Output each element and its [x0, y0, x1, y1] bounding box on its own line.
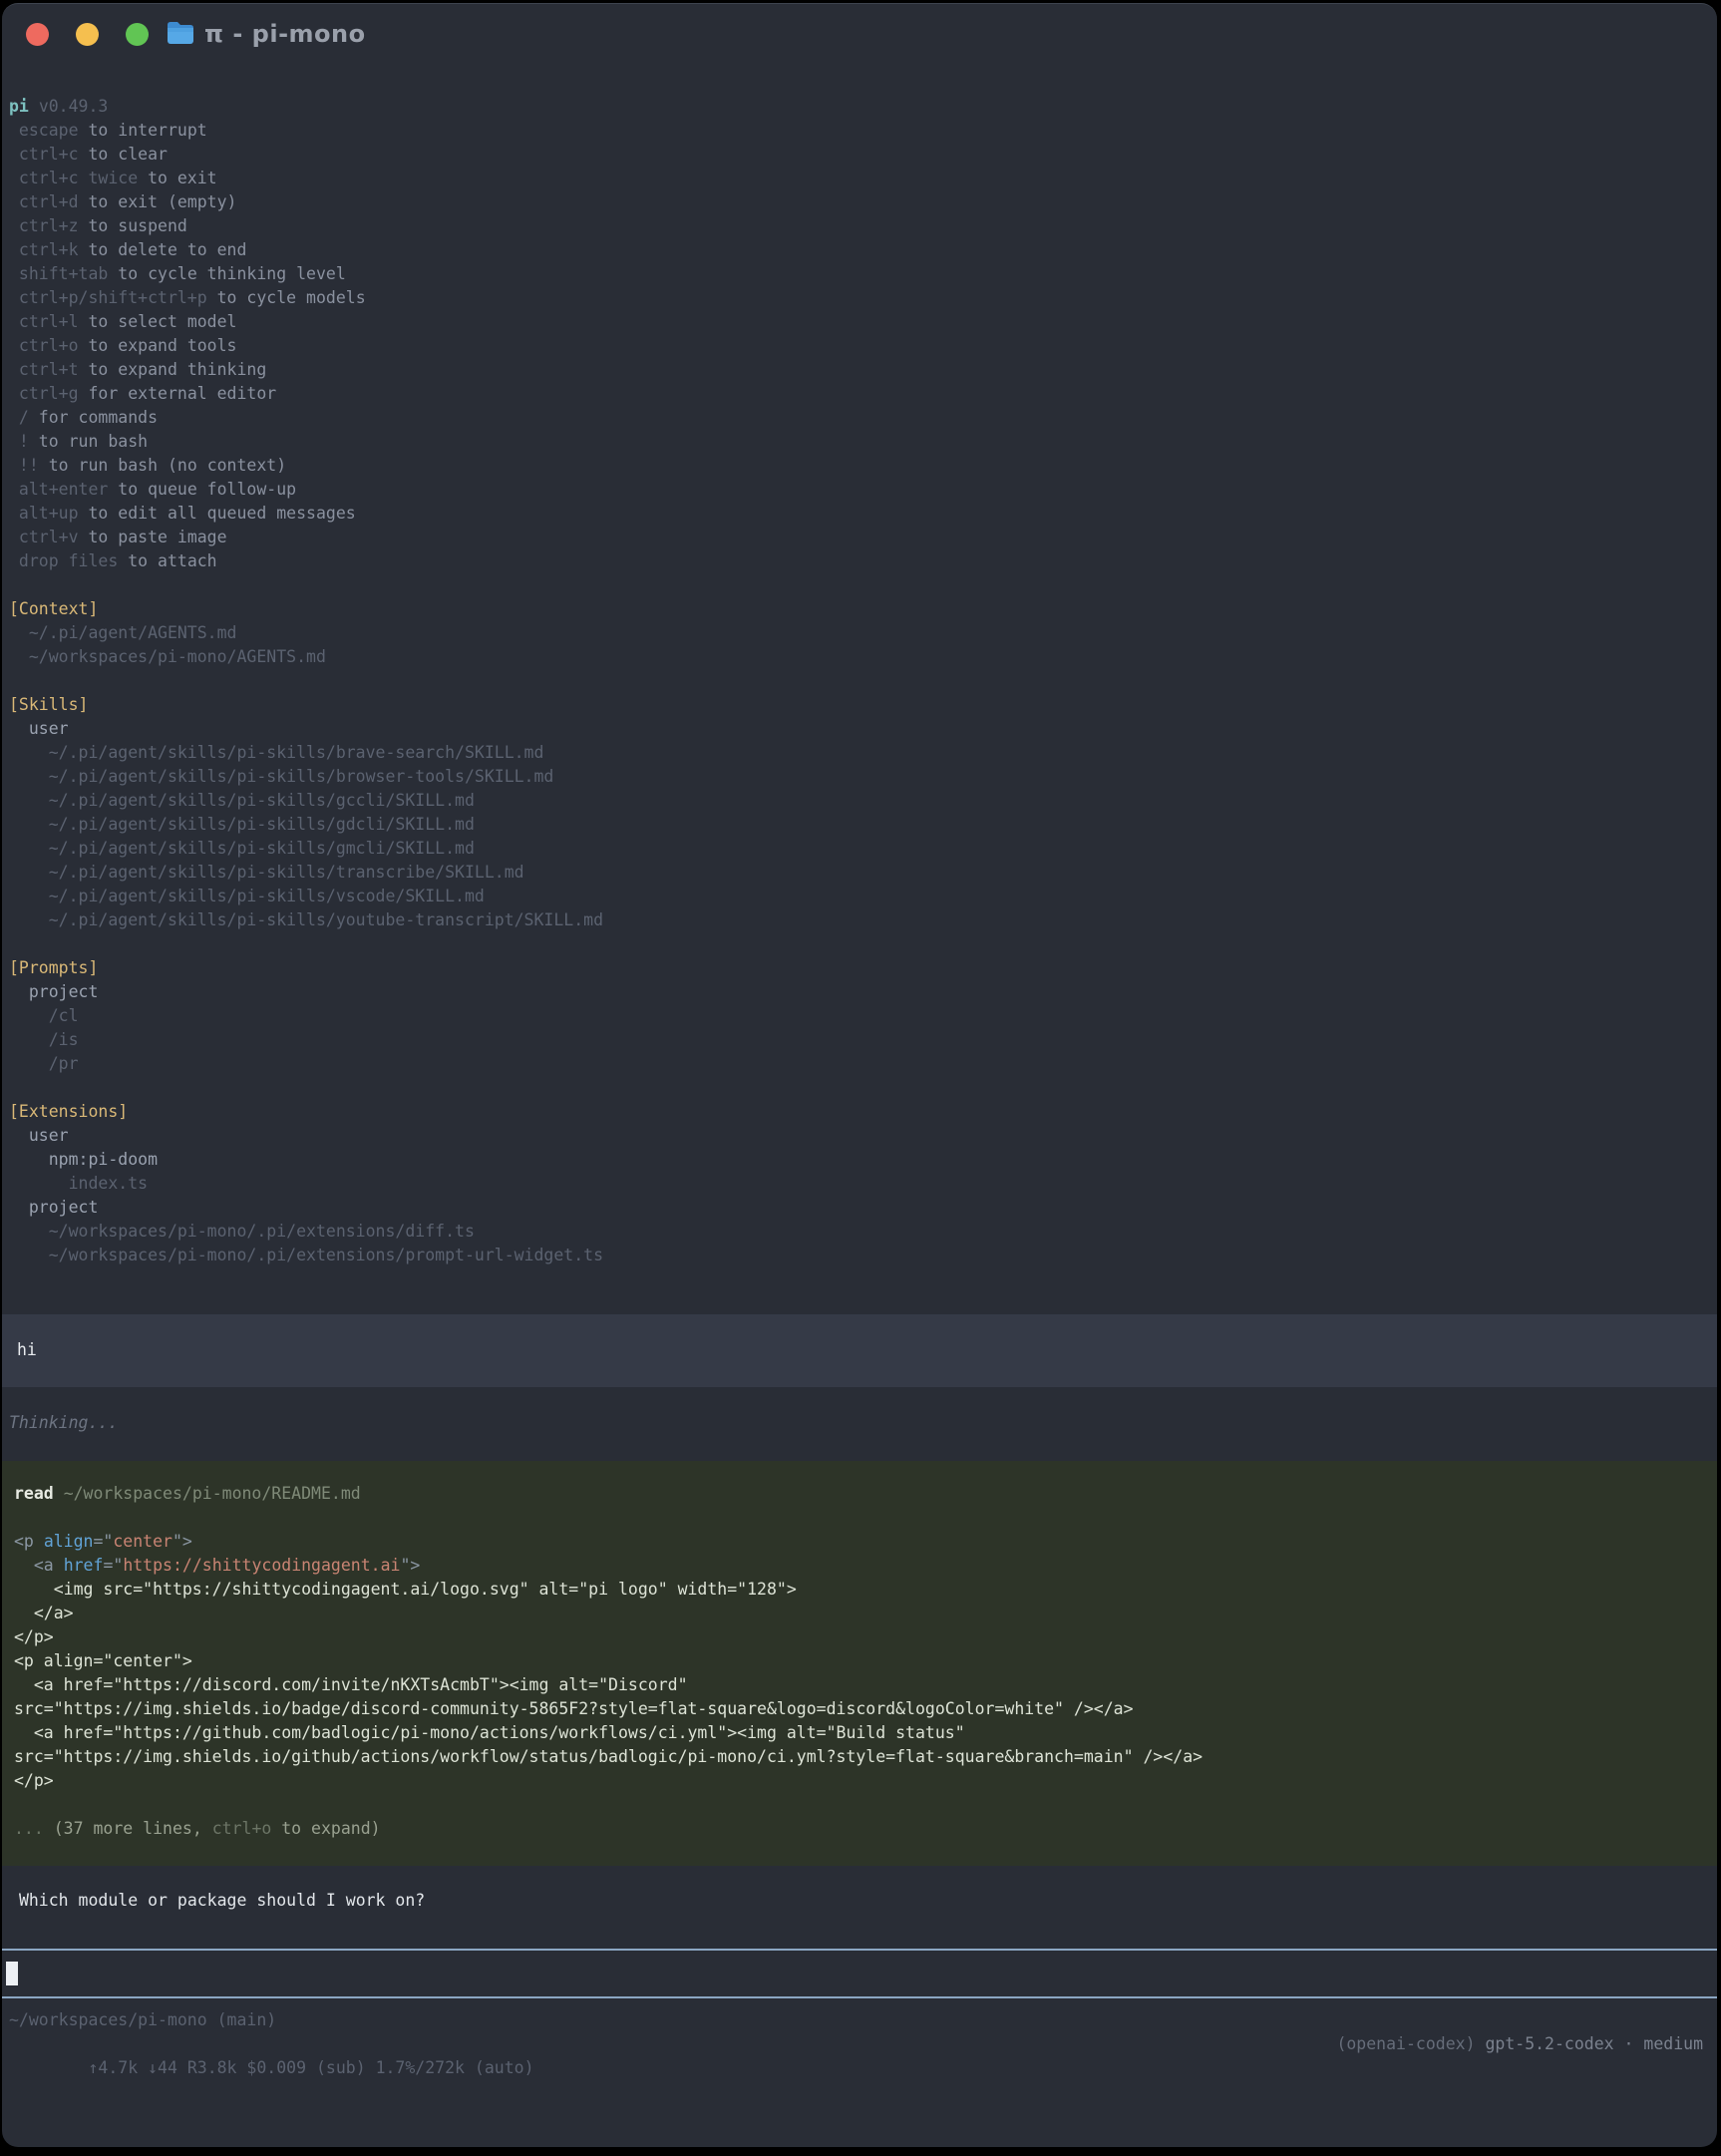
startup-help-list: escape to interrupt ctrl+c to clear ctrl…: [2, 119, 1717, 573]
help-line: ctrl+k to delete to end: [2, 238, 1717, 262]
section-row: index.ts: [2, 1172, 1717, 1196]
code-line: src="https://img.shields.io/badge/discor…: [2, 1697, 1717, 1721]
code-line: <a href="https://github.com/badlogic/pi-…: [2, 1721, 1717, 1745]
section-row: ~/workspaces/pi-mono/.pi/extensions/prom…: [2, 1244, 1717, 1267]
section-row: user: [2, 717, 1717, 741]
truncation-line: ... (37 more lines, ctrl+o to expand): [2, 1817, 1717, 1841]
status-bar: ~/workspaces/pi-mono (main) ↑4.7k ↓44 R3…: [2, 2008, 1717, 2056]
help-line: ctrl+v to paste image: [2, 526, 1717, 549]
minimize-button[interactable]: [76, 23, 99, 46]
section-row: ~/.pi/agent/skills/pi-skills/browser-too…: [2, 765, 1717, 789]
maximize-button[interactable]: [126, 23, 149, 46]
help-line: alt+up to edit all queued messages: [2, 502, 1717, 526]
help-line: ctrl+p/shift+ctrl+p to cycle models: [2, 286, 1717, 310]
help-line: ctrl+o to expand tools: [2, 334, 1717, 358]
section-header-skills: [Skills]: [2, 693, 1717, 717]
help-line: alt+enter to queue follow-up: [2, 478, 1717, 502]
tool-name: read: [14, 1484, 54, 1503]
help-line: ! to run bash: [2, 430, 1717, 454]
code-line: </a>: [2, 1602, 1717, 1625]
user-message: hi: [2, 1314, 1717, 1387]
help-line: drop files to attach: [2, 549, 1717, 573]
code-line: </p>: [2, 1769, 1717, 1793]
app-name: pi: [9, 97, 29, 116]
section-row: ~/workspaces/pi-mono/.pi/extensions/diff…: [2, 1220, 1717, 1244]
help-line: shift+tab to cycle thinking level: [2, 262, 1717, 286]
section-extensions: [Extensions] user npm:pi-doom index.ts p…: [2, 1100, 1717, 1267]
section-context: [Context] ~/.pi/agent/AGENTS.md ~/worksp…: [2, 597, 1717, 669]
code-line: <a href="https://shittycodingagent.ai">: [2, 1554, 1717, 1578]
section-row: ~/.pi/agent/skills/pi-skills/gccli/SKILL…: [2, 789, 1717, 813]
section-row: ~/.pi/agent/skills/pi-skills/vscode/SKIL…: [2, 885, 1717, 908]
help-line: !! to run bash (no context): [2, 454, 1717, 478]
session-stats-line: ↑4.7k ↓44 R3.8k $0.009 (sub) 1.7%/272k (…: [2, 2032, 1717, 2056]
user-message-text: hi: [17, 1338, 1703, 1362]
startup-sections: [Context] ~/.pi/agent/AGENTS.md ~/worksp…: [2, 597, 1717, 1267]
help-line: / for commands: [2, 406, 1717, 430]
text-cursor: [6, 1962, 18, 1985]
section-row: ~/.pi/agent/skills/pi-skills/brave-searc…: [2, 741, 1717, 765]
title-bar: π - pi-mono: [2, 4, 1717, 68]
assistant-message-text: Which module or package should I work on…: [2, 1889, 1717, 1913]
help-line: ctrl+c to clear: [2, 143, 1717, 167]
help-line: ctrl+z to suspend: [2, 214, 1717, 238]
section-row: /is: [2, 1028, 1717, 1052]
section-row: /pr: [2, 1052, 1717, 1076]
tool-path: ~/workspaces/pi-mono/README.md: [64, 1484, 361, 1503]
folder-icon: [167, 21, 194, 46]
code-line: <p align="center">: [2, 1530, 1717, 1554]
terminal-content: pi v0.49.3 escape to interrupt ctrl+c to…: [2, 68, 1717, 2056]
help-line: ctrl+l to select model: [2, 310, 1717, 334]
cwd-branch-status: ~/workspaces/pi-mono (main): [2, 2008, 1717, 2032]
code-line: <img src="https://shittycodingagent.ai/l…: [2, 1578, 1717, 1602]
section-row: ~/.pi/agent/AGENTS.md: [2, 621, 1717, 645]
section-header-prompts: [Prompts]: [2, 956, 1717, 980]
close-button[interactable]: [26, 23, 49, 46]
prompt-input[interactable]: [2, 1949, 1717, 1998]
section-skills: [Skills] user ~/.pi/agent/skills/pi-skil…: [2, 693, 1717, 932]
section-row: ~/.pi/agent/skills/pi-skills/transcribe/…: [2, 861, 1717, 885]
help-line: ctrl+t to expand thinking: [2, 358, 1717, 382]
tool-call-header: read ~/workspaces/pi-mono/README.md: [2, 1482, 1717, 1506]
section-header-extensions: [Extensions]: [2, 1100, 1717, 1124]
help-line: ctrl+g for external editor: [2, 382, 1717, 406]
read-tool-block: read ~/workspaces/pi-mono/README.md <p a…: [2, 1461, 1717, 1866]
code-line: </p>: [2, 1625, 1717, 1649]
terminal-window: π - pi-mono pi v0.49.3 escape to interru…: [2, 3, 1717, 2147]
section-row: ~/.pi/agent/skills/pi-skills/gdcli/SKILL…: [2, 813, 1717, 837]
token-cost-stats: ↑4.7k ↓44 R3.8k $0.009 (sub) 1.7%/272k (…: [88, 2058, 533, 2077]
section-prompts: [Prompts] project /cl /is /pr: [2, 956, 1717, 1076]
tool-output-code: <p align="center"> <a href="https://shit…: [2, 1530, 1717, 1793]
thinking-text: Thinking...: [2, 1411, 1717, 1435]
section-row: ~/.pi/agent/skills/pi-skills/youtube-tra…: [2, 908, 1717, 932]
truncation-notice[interactable]: ... (37 more lines, ctrl+o to expand): [2, 1817, 1717, 1841]
thinking-indicator: Thinking...: [2, 1411, 1717, 1435]
code-line: <p align="center">: [2, 1649, 1717, 1673]
section-row: /cl: [2, 1004, 1717, 1028]
section-row: ~/.pi/agent/skills/pi-skills/gmcli/SKILL…: [2, 837, 1717, 861]
help-line: escape to interrupt: [2, 119, 1717, 143]
section-row: project: [2, 980, 1717, 1004]
assistant-message: Which module or package should I work on…: [2, 1889, 1717, 1913]
section-row: npm:pi-doom: [2, 1148, 1717, 1172]
section-row: ~/workspaces/pi-mono/AGENTS.md: [2, 645, 1717, 669]
code-line: src="https://img.shields.io/github/actio…: [2, 1745, 1717, 1769]
window-title: π - pi-mono: [204, 20, 366, 48]
help-line: ctrl+d to exit (empty): [2, 190, 1717, 214]
section-row: project: [2, 1196, 1717, 1220]
app-version-line: pi v0.49.3: [2, 95, 1717, 119]
app-version: [29, 97, 39, 116]
code-line: <a href="https://discord.com/invite/nKXT…: [2, 1673, 1717, 1697]
model-indicator: (openai-codex) gpt-5.2-codex · medium: [1336, 2032, 1703, 2056]
help-line: ctrl+c twice to exit: [2, 167, 1717, 190]
section-header-context: [Context]: [2, 597, 1717, 621]
section-row: user: [2, 1124, 1717, 1148]
